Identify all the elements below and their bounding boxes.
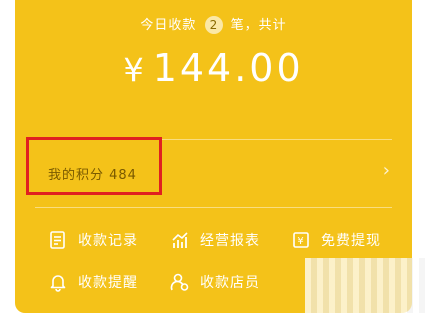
currency-symbol: ¥ — [123, 51, 147, 89]
action-label: 收款店员 — [200, 275, 260, 291]
free-withdrawal-button[interactable]: ¥ 免费提现 — [291, 230, 381, 250]
amount-value: 144.00 — [152, 46, 304, 90]
action-label: 免费提现 — [321, 233, 381, 249]
document-icon — [50, 231, 65, 249]
svg-text:¥: ¥ — [297, 236, 304, 247]
screen: 今日收款 2 笔，共计 ¥144.00 我的积分 484 › 收款记录 经营报表… — [0, 0, 431, 313]
summary-suffix: 笔，共计 — [230, 18, 287, 33]
action-label: 收款提醒 — [78, 275, 138, 291]
withdraw-icon: ¥ — [293, 232, 309, 248]
staff-icon — [170, 273, 189, 291]
watermark — [305, 258, 431, 313]
total-amount: ¥144.00 — [15, 46, 412, 90]
chart-icon — [172, 232, 188, 248]
summary-prefix: 今日收款 — [140, 18, 197, 33]
divider — [35, 207, 392, 208]
action-label: 经营报表 — [200, 233, 260, 249]
business-report-button[interactable]: 经营报表 — [170, 230, 260, 250]
bell-icon — [50, 275, 66, 292]
payment-alert-button[interactable]: 收款提醒 — [48, 272, 138, 292]
action-label: 收款记录 — [78, 233, 138, 249]
today-summary: 今日收款 2 笔，共计 — [15, 14, 412, 34]
chevron-right-icon: › — [382, 160, 390, 181]
transaction-count-badge: 2 — [204, 16, 223, 34]
collection-staff-button[interactable]: 收款店员 — [170, 272, 260, 292]
points-highlight-box — [26, 137, 162, 195]
collection-records-button[interactable]: 收款记录 — [48, 230, 138, 250]
